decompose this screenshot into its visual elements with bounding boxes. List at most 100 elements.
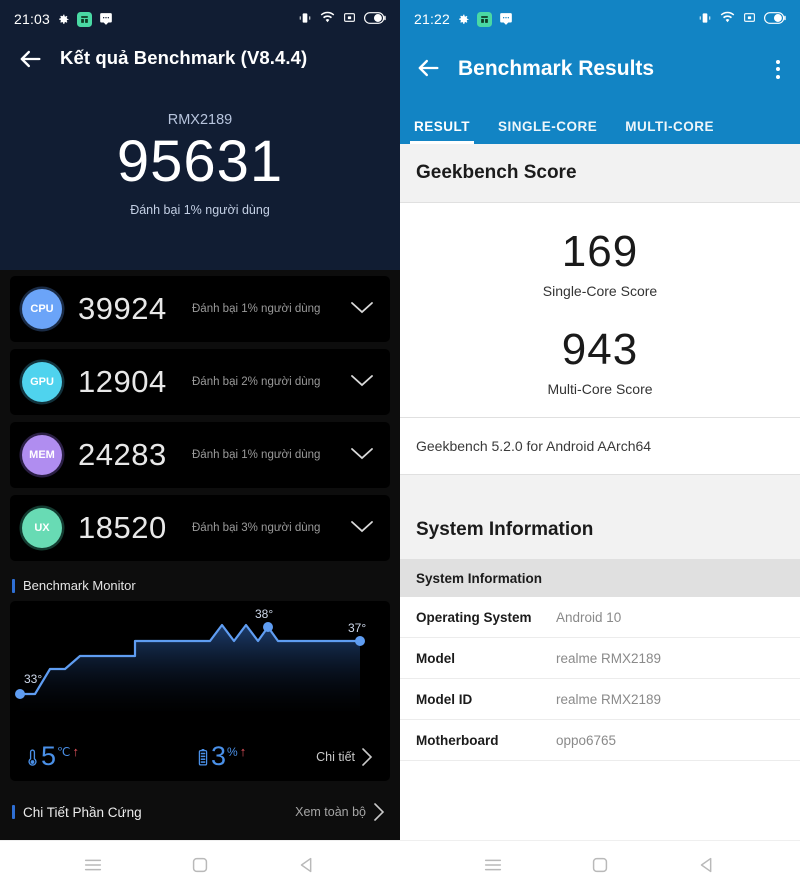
- hardware-details-row[interactable]: Chi Tiết Phần Cứng Xem toàn bộ: [0, 787, 400, 837]
- single-core-score-label: Single-Core Score: [542, 283, 658, 299]
- ux-badge: UX: [22, 508, 62, 548]
- antutu-result-screen: 21:03 Kết quả Benchmark (V8.4.4) RMX2189…: [0, 0, 400, 889]
- device-model-label: RMX2189: [167, 112, 233, 128]
- back-triangle-icon[interactable]: [696, 854, 718, 876]
- menu-icon[interactable]: [82, 854, 104, 876]
- metric-list: CPU 39924 Đánh bại 1% người dùng GPU 129…: [0, 270, 400, 568]
- mem-score-value: 24283: [78, 437, 167, 472]
- benchmark-monitor-header: Benchmark Monitor: [0, 568, 400, 601]
- chevron-right-icon: [374, 803, 385, 821]
- hardware-details-title: Chi Tiết Phần Cứng: [23, 804, 142, 820]
- thermometer-icon: [26, 748, 39, 772]
- vibrate-icon: [298, 11, 312, 28]
- metric-row-gpu[interactable]: GPU 12904 Đánh bại 2% người dùng: [10, 349, 390, 415]
- temperature-chart: 33° 38° 37°: [10, 607, 390, 729]
- chat-icon: [99, 12, 113, 26]
- ux-percentile: Đánh bại 3% người dùng: [192, 522, 321, 534]
- android-nav-bar-left: [0, 840, 400, 889]
- system-information-table: Operating System Android 10 Model realme…: [400, 597, 800, 761]
- battery-delta-value: 3: [211, 740, 227, 771]
- chevron-down-icon[interactable]: [346, 370, 378, 395]
- row-value: oppo6765: [556, 732, 617, 748]
- vibrate-icon: [698, 11, 712, 28]
- screenshot-icon: [343, 11, 356, 27]
- dual-screenshot-comparison: 21:03 Kết quả Benchmark (V8.4.4) RMX2189…: [0, 0, 800, 889]
- chevron-down-icon[interactable]: [346, 516, 378, 541]
- row-key: Model: [416, 650, 455, 666]
- ux-score-value: 18520: [78, 510, 167, 545]
- multi-core-score-label: Multi-Core Score: [547, 381, 653, 397]
- table-row: Model realme RMX2189: [400, 638, 800, 679]
- geekbench-score-title: Geekbench Score: [416, 162, 577, 183]
- temperature-delta-value: 5: [41, 740, 57, 771]
- temperature-delta-stat: 5 ℃ ↑: [26, 740, 80, 772]
- green-app-icon: [77, 11, 93, 27]
- tab-bar: RESULT SINGLE-CORE MULTI-CORE: [400, 100, 800, 144]
- system-information-subhead: System Information: [400, 560, 800, 597]
- row-value: realme RMX2189: [556, 691, 662, 707]
- battery-icon: [764, 11, 786, 27]
- metric-row-ux[interactable]: UX 18520 Đánh bại 3% người dùng: [10, 495, 390, 561]
- system-information-section-header: System Information: [400, 501, 800, 560]
- antutu-hero-section: 21:03 Kết quả Benchmark (V8.4.4) RMX2189…: [0, 0, 400, 270]
- cpu-score-value: 39924: [78, 291, 167, 326]
- row-key: Model ID: [416, 691, 473, 707]
- status-time: 21:03: [14, 11, 51, 27]
- chevron-down-icon[interactable]: [346, 443, 378, 468]
- home-square-icon[interactable]: [189, 854, 211, 876]
- chart-point-start: [15, 689, 25, 699]
- system-information-title: System Information: [416, 519, 594, 540]
- chart-stats-row: 5 ℃ ↑ 3 % ↑ Chi tiết: [10, 729, 390, 781]
- geekbench-app-bar: 21:22 Benchmark Results RESULT SINGLE-CO…: [400, 0, 800, 144]
- multi-core-score-card: 943 Multi-Core Score: [400, 303, 800, 417]
- mem-percentile: Đánh bại 1% người dùng: [192, 449, 321, 461]
- chevron-down-icon[interactable]: [346, 297, 378, 322]
- total-score-value: 95631: [116, 129, 284, 194]
- arrow-up-icon: ↑: [72, 743, 80, 759]
- chart-area-fill: [20, 625, 360, 711]
- screenshot-icon: [743, 11, 756, 27]
- page-title-left: Kết quả Benchmark (V8.4.4): [60, 47, 308, 68]
- geekbench-title-row: Benchmark Results: [400, 38, 800, 100]
- cpu-badge: CPU: [22, 289, 62, 329]
- section-accent-bar: [12, 805, 15, 819]
- row-value: Android 10: [556, 609, 622, 625]
- tab-single-core[interactable]: SINGLE-CORE: [498, 119, 597, 144]
- chart-label-end: 37°: [348, 621, 367, 635]
- back-button-right[interactable]: [414, 54, 444, 84]
- chat-icon: [499, 12, 513, 26]
- wifi-icon: [720, 11, 735, 27]
- chart-label-peak: 38°: [255, 607, 274, 621]
- chevron-right-icon: [362, 748, 373, 766]
- kebab-menu-icon[interactable]: [770, 54, 786, 85]
- metric-row-mem[interactable]: MEM 24283 Đánh bại 1% người dùng: [10, 422, 390, 488]
- chart-point-end: [355, 636, 365, 646]
- multi-core-score-value: 943: [561, 325, 639, 374]
- android-nav-bar-right: [400, 840, 800, 889]
- cpu-percentile: Đánh bại 1% người dùng: [192, 303, 321, 315]
- chart-detail-link[interactable]: Chi tiết: [316, 746, 374, 768]
- table-row: Operating System Android 10: [400, 597, 800, 638]
- geekbench-score-section-header: Geekbench Score: [400, 144, 800, 203]
- battery-icon: [364, 11, 386, 27]
- battery-level-icon: [197, 748, 209, 772]
- chart-label-start: 33°: [24, 672, 43, 686]
- home-square-icon[interactable]: [589, 854, 611, 876]
- menu-icon[interactable]: [482, 854, 504, 876]
- tab-multi-core[interactable]: MULTI-CORE: [625, 119, 714, 144]
- mem-badge: MEM: [22, 435, 62, 475]
- tab-result[interactable]: RESULT: [410, 119, 474, 144]
- chart-detail-label: Chi tiết: [316, 750, 355, 764]
- back-triangle-icon[interactable]: [296, 854, 318, 876]
- gpu-score-value: 12904: [78, 364, 167, 399]
- hardware-view-all-link[interactable]: Xem toàn bộ: [295, 801, 386, 823]
- temperature-chart-card[interactable]: 33° 38° 37° 5 ℃ ↑ 3 % ↑ Chi tiết: [10, 601, 390, 781]
- single-core-score-card: 169 Single-Core Score: [400, 203, 800, 303]
- page-title-right: Benchmark Results: [458, 57, 655, 80]
- metric-row-cpu[interactable]: CPU 39924 Đánh bại 1% người dùng: [10, 276, 390, 342]
- arrow-up-icon: ↑: [239, 743, 247, 759]
- status-time: 21:22: [414, 11, 451, 27]
- back-button-left[interactable]: [16, 45, 46, 75]
- table-row: Motherboard oppo6765: [400, 720, 800, 761]
- gear-icon: [457, 13, 470, 26]
